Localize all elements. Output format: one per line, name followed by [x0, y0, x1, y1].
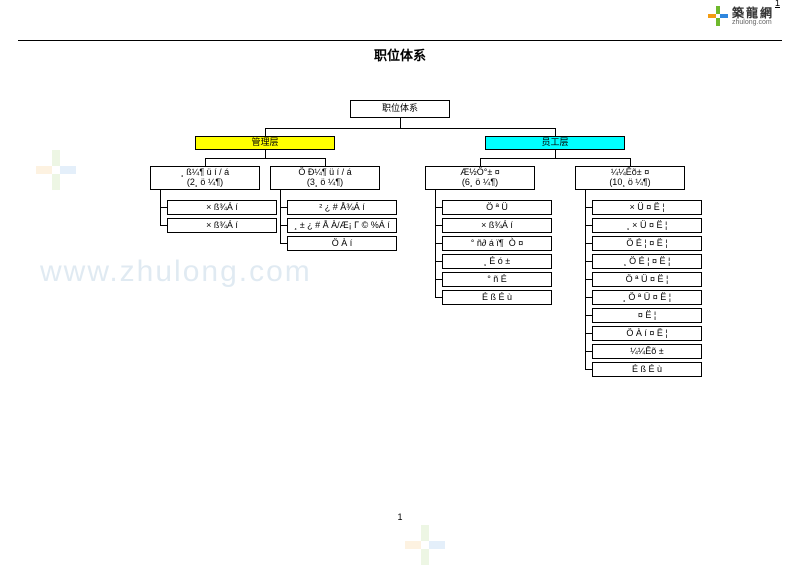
leaf-node: ° ñ∂ á ï¶ ­ Ò ¤	[442, 236, 552, 251]
org-chart: 职位体系 管理层 员工层 ¸ ß¼¶ ü í / á (2¸ ö ¼¶) Ö Ð…	[0, 100, 800, 520]
page-number-top: 1	[775, 0, 780, 8]
group-management: 管理层	[195, 136, 335, 150]
sub-line2: (2¸ ö ¼¶)	[153, 178, 257, 188]
logo-text-cn: 築龍網	[732, 7, 774, 19]
leaf-node: ° ñ É	[442, 272, 552, 287]
leaf-node: Ö À í ¤ Ë ¦	[592, 326, 702, 341]
sub-node: Ö Ð¼¶ ü í / á (3¸ ö ¼¶)	[270, 166, 380, 190]
page-number-bottom: 1	[0, 512, 800, 522]
leaf-node: × ß¾Á í	[442, 218, 552, 233]
leaf-node: ¸ Ö ª Ü ¤ Ë ¦	[592, 290, 702, 305]
page-title: 职位体系	[0, 45, 800, 64]
sub-line2: (3¸ ö ¼¶)	[273, 178, 377, 188]
leaf-node: ¤ Ë ¦	[592, 308, 702, 323]
leaf-node: Ö É ¦ ¤ Ë ¦	[592, 236, 702, 251]
leaf-node: Ö ª Ü	[442, 200, 552, 215]
leaf-node: ¸ É ó ±	[442, 254, 552, 269]
node-root: 职位体系	[350, 100, 450, 118]
site-logo: 築龍網 zhulong.com	[708, 6, 774, 26]
sub-node: Æ½Ö°± ¤ (6¸ ö ¼¶)	[425, 166, 535, 190]
leaf-node: É ß É ù	[592, 362, 702, 377]
leaf-node: ¸ × Ü ¤ Ë ¦	[592, 218, 702, 233]
leaf-node: ² ¿ # Å¾Á í	[287, 200, 397, 215]
leaf-node: ¸ ± ¿ # Å À/Æ¡ Γ © %Á í	[287, 218, 397, 233]
watermark-logo-icon	[405, 525, 445, 565]
leaf-node: × ß¾Á í	[167, 200, 277, 215]
sub-line2: (6¸ ö ¼¶)	[428, 178, 532, 188]
leaf-node: Ö ª Ü ¤ Ë ¦	[592, 272, 702, 287]
leaf-node: ¼¼Êõ ±	[592, 344, 702, 359]
sub-node: ¼¼Êõ± ¤ (10¸ ö ¼¶)	[575, 166, 685, 190]
logo-text-en: zhulong.com	[732, 19, 774, 26]
leaf-node: × Ü ¤ Ë ¦	[592, 200, 702, 215]
leaf-node: É ß É ù	[442, 290, 552, 305]
sub-node: ¸ ß¼¶ ü í / á (2¸ ö ¼¶)	[150, 166, 260, 190]
logo-icon	[708, 6, 728, 26]
sub-line2: (10¸ ö ¼¶)	[578, 178, 682, 188]
leaf-node: ¸ Ö É ¦ ¤ Ë ¦	[592, 254, 702, 269]
group-staff: 员工层	[485, 136, 625, 150]
leaf-node: × ß¾Á í	[167, 218, 277, 233]
leaf-node: Ö À í	[287, 236, 397, 251]
